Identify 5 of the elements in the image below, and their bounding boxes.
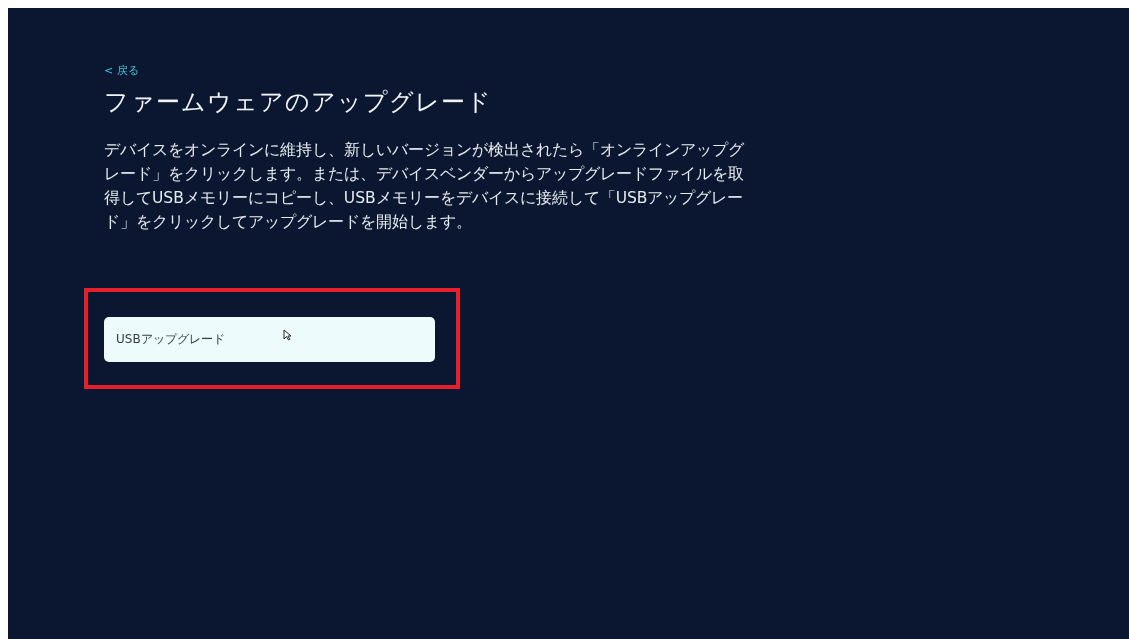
usb-upgrade-button[interactable]: USBアップグレード (104, 317, 435, 362)
back-link[interactable]: < 戻る (104, 63, 139, 78)
description-text: デバイスをオンラインに維持し、新しいバージョンが検出されたら「オンラインアップグレード」をクリックします。または、デバイスベンダーからアップグレードファイルを取得してUSBメモリーにコピーし、USBメモリーをデバイスに接続して「USBアップグレード」をクリックしてアップグレードを開始します。 (104, 140, 745, 233)
cursor-icon (283, 329, 292, 341)
page-title: ファームウェアのアップグレード (104, 87, 493, 118)
